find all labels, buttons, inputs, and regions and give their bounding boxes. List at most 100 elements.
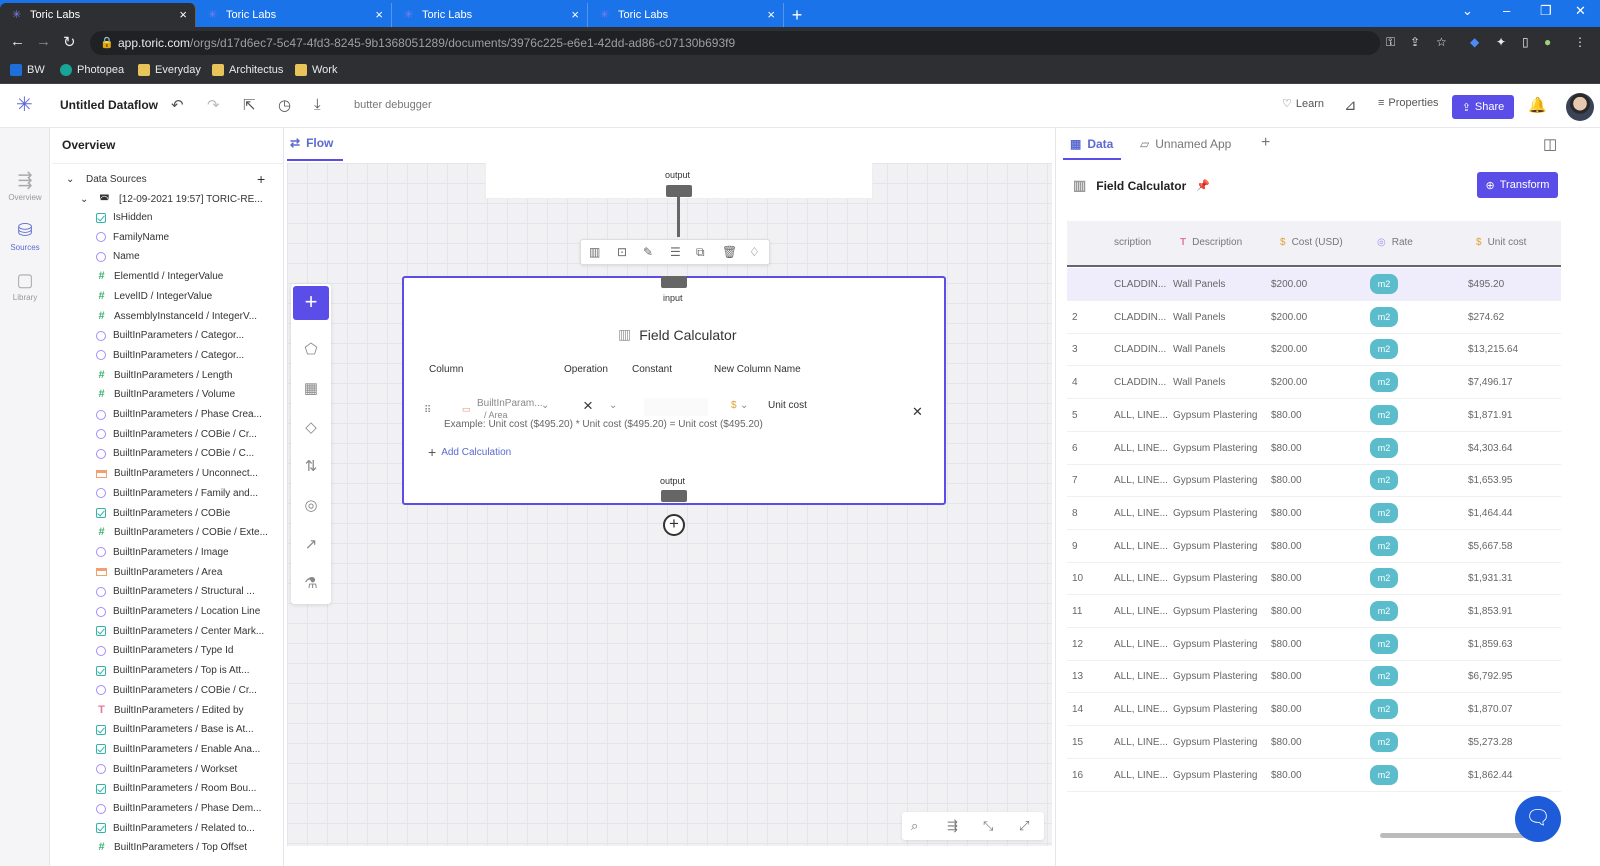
field-item[interactable]: BuiltInParameters / Categor... xyxy=(96,350,244,361)
chevron-down-icon[interactable]: ⌄ xyxy=(541,400,549,411)
preview-icon[interactable]: ⊡ xyxy=(617,245,627,259)
zoom-fit-icon[interactable]: ⌕ xyxy=(911,818,918,834)
field-item[interactable]: BuiltInParameters / Family and... xyxy=(96,488,258,499)
tab-unnamed-app[interactable]: ▱ Unnamed App xyxy=(1140,137,1231,151)
field-item[interactable]: # ElementId / IntegerValue xyxy=(96,271,223,283)
toric-logo-icon[interactable]: ✳ xyxy=(16,92,33,117)
output-port[interactable] xyxy=(666,185,692,197)
flask-icon[interactable]: ⚗ xyxy=(301,574,321,592)
bitwarden-icon[interactable]: ◆ xyxy=(1470,35,1479,49)
share-button[interactable]: ⇪ Share xyxy=(1452,95,1514,119)
reload-icon[interactable]: ↻ xyxy=(63,33,76,51)
field-item[interactable]: BuiltInParameters / Enable Ana... xyxy=(96,744,260,755)
restore-icon[interactable]: ❐ xyxy=(1540,3,1552,19)
column-header[interactable]: T Description xyxy=(1180,237,1242,248)
notifications-bell-icon[interactable]: 🔔 xyxy=(1528,96,1547,114)
rail-library[interactable]: ▢ Library xyxy=(0,270,50,302)
field-item[interactable]: BuiltInParameters / Room Bou... xyxy=(96,783,256,794)
close-tab-icon[interactable]: × xyxy=(767,8,775,21)
bookmark-work[interactable]: Work xyxy=(295,64,337,76)
back-icon[interactable]: ← xyxy=(10,33,25,50)
duplicate-icon[interactable]: ⧉ xyxy=(696,245,705,260)
field-item[interactable]: # LevelID / IntegerValue xyxy=(96,290,212,302)
chat-support-button[interactable]: 🗨 xyxy=(1515,796,1561,842)
field-item[interactable]: BuiltInParameters / COBie / C... xyxy=(96,448,254,459)
undo-icon[interactable]: ↶ xyxy=(171,96,184,114)
shapes-icon[interactable]: ⬠ xyxy=(301,340,321,358)
auto-layout-icon[interactable]: ⇶ xyxy=(947,818,958,834)
field-item[interactable]: BuiltInParameters / COBie / Cr... xyxy=(96,685,257,696)
column-header[interactable]: $ Cost (USD) xyxy=(1280,237,1343,248)
tab-data[interactable]: ▦ Data xyxy=(1070,137,1113,151)
close-tab-icon[interactable]: × xyxy=(571,8,579,21)
rail-sources[interactable]: ⛁ Sources xyxy=(0,220,50,252)
table-icon[interactable]: ▦ xyxy=(301,379,321,397)
constant-input[interactable] xyxy=(644,398,708,416)
transform-icon[interactable]: ⇅ xyxy=(301,457,321,475)
column-select[interactable]: BuiltInParam... xyxy=(477,398,543,409)
bulb-icon[interactable]: ♢ xyxy=(749,245,760,259)
browser-tab[interactable]: ✳ Toric Labs × xyxy=(588,3,784,27)
settings-sliders-icon[interactable]: ☰ xyxy=(670,245,681,259)
calculator-icon[interactable]: ▥ xyxy=(589,245,600,259)
input-port[interactable] xyxy=(661,276,687,288)
avatar[interactable] xyxy=(1566,93,1594,121)
address-bar[interactable]: 🔒 app.toric.com/orgs/d17d6ec7-5c47-4fd3-… xyxy=(90,31,1380,55)
field-item[interactable]: BuiltInParameters / Location Line xyxy=(96,606,260,617)
expand-icon[interactable]: ⤢ xyxy=(1019,818,1029,834)
forward-icon[interactable]: → xyxy=(36,33,51,50)
download-icon[interactable]: ⤓ xyxy=(314,96,321,113)
bookmark-everyday[interactable]: Everyday xyxy=(138,64,201,76)
field-item[interactable]: BuiltInParameters / Phase Crea... xyxy=(96,409,262,420)
history-icon[interactable]: ◷ xyxy=(278,96,291,114)
transform-button[interactable]: ⊕ Transform xyxy=(1477,172,1558,198)
field-item[interactable]: BuiltInParameters / COBie / Cr... xyxy=(96,429,257,440)
browser-tab[interactable]: ✳ Toric Labs × xyxy=(196,3,392,27)
add-node-button[interactable]: + xyxy=(663,514,685,536)
currency-type-select[interactable]: $ xyxy=(731,400,737,411)
field-item[interactable]: BuiltInParameters / Image xyxy=(96,547,229,558)
field-item[interactable]: # BuiltInParameters / COBie / Exte... xyxy=(96,527,268,539)
debugger-label[interactable]: butter debugger xyxy=(354,99,432,111)
browser-tab[interactable]: ✳ Toric Labs × xyxy=(0,3,196,27)
operation-select[interactable]: × xyxy=(583,396,593,416)
key-icon[interactable]: ⚿ xyxy=(1386,35,1395,50)
delete-icon[interactable]: 🗑 xyxy=(722,245,737,259)
field-item[interactable]: # BuiltInParameters / Volume xyxy=(96,389,235,401)
export-icon[interactable]: ⇱ xyxy=(243,96,256,114)
field-item[interactable]: IsHidden xyxy=(96,212,152,223)
field-item[interactable]: # BuiltInParameters / Length xyxy=(96,369,232,381)
column-header[interactable]: scription xyxy=(1114,237,1151,248)
field-item[interactable]: # AssemblyInstanceId / IntegerV... xyxy=(96,310,257,322)
field-item[interactable]: Name xyxy=(96,251,140,262)
note-icon[interactable]: ✎ xyxy=(643,245,653,259)
export-icon[interactable]: ↗ xyxy=(301,535,321,553)
field-item[interactable]: BuiltInParameters / COBie xyxy=(96,508,230,519)
share-page-icon[interactable]: ⇪ xyxy=(1410,35,1420,49)
add-tab-icon[interactable]: + xyxy=(1261,134,1270,152)
bookmark-star-icon[interactable]: ☆ xyxy=(1436,35,1447,49)
profile-icon[interactable]: ● xyxy=(1544,35,1551,49)
add-node-icon[interactable]: + xyxy=(293,286,329,320)
bookmark-bw[interactable]: BW xyxy=(10,64,45,76)
chevron-down-icon[interactable]: ⌄ xyxy=(66,174,74,185)
field-item[interactable]: BuiltInParameters / Workset xyxy=(96,764,237,775)
new-tab-button[interactable]: + xyxy=(784,3,810,27)
field-item[interactable]: BuiltInParameters / Categor... xyxy=(96,330,244,341)
column-header[interactable]: ◎ Rate xyxy=(1377,237,1413,248)
extensions-icon[interactable]: ✦ xyxy=(1496,35,1506,49)
field-item[interactable]: T BuiltInParameters / Edited by xyxy=(96,704,243,716)
bookmark-architectus[interactable]: Architectus xyxy=(212,64,283,76)
field-item[interactable]: BuiltInParameters / Related to... xyxy=(96,823,255,834)
minimize-icon[interactable]: – xyxy=(1503,3,1510,18)
add-source-icon[interactable]: + xyxy=(257,171,265,187)
diamond-icon[interactable]: ◇ xyxy=(301,418,321,436)
browser-tab[interactable]: ✳ Toric Labs × xyxy=(392,3,588,27)
field-item[interactable]: FamilyName xyxy=(96,232,169,243)
field-item[interactable]: BuiltInParameters / Center Mark... xyxy=(96,626,264,637)
tab-flow[interactable]: ⇄ Flow xyxy=(290,136,333,150)
field-item[interactable]: BuiltInParameters / Type Id xyxy=(96,645,233,656)
column-header[interactable]: $ Unit cost xyxy=(1476,237,1526,248)
field-item[interactable]: BuiltInParameters / Top is Att... xyxy=(96,665,250,676)
properties-button[interactable]: ≡ Properties xyxy=(1378,97,1439,109)
